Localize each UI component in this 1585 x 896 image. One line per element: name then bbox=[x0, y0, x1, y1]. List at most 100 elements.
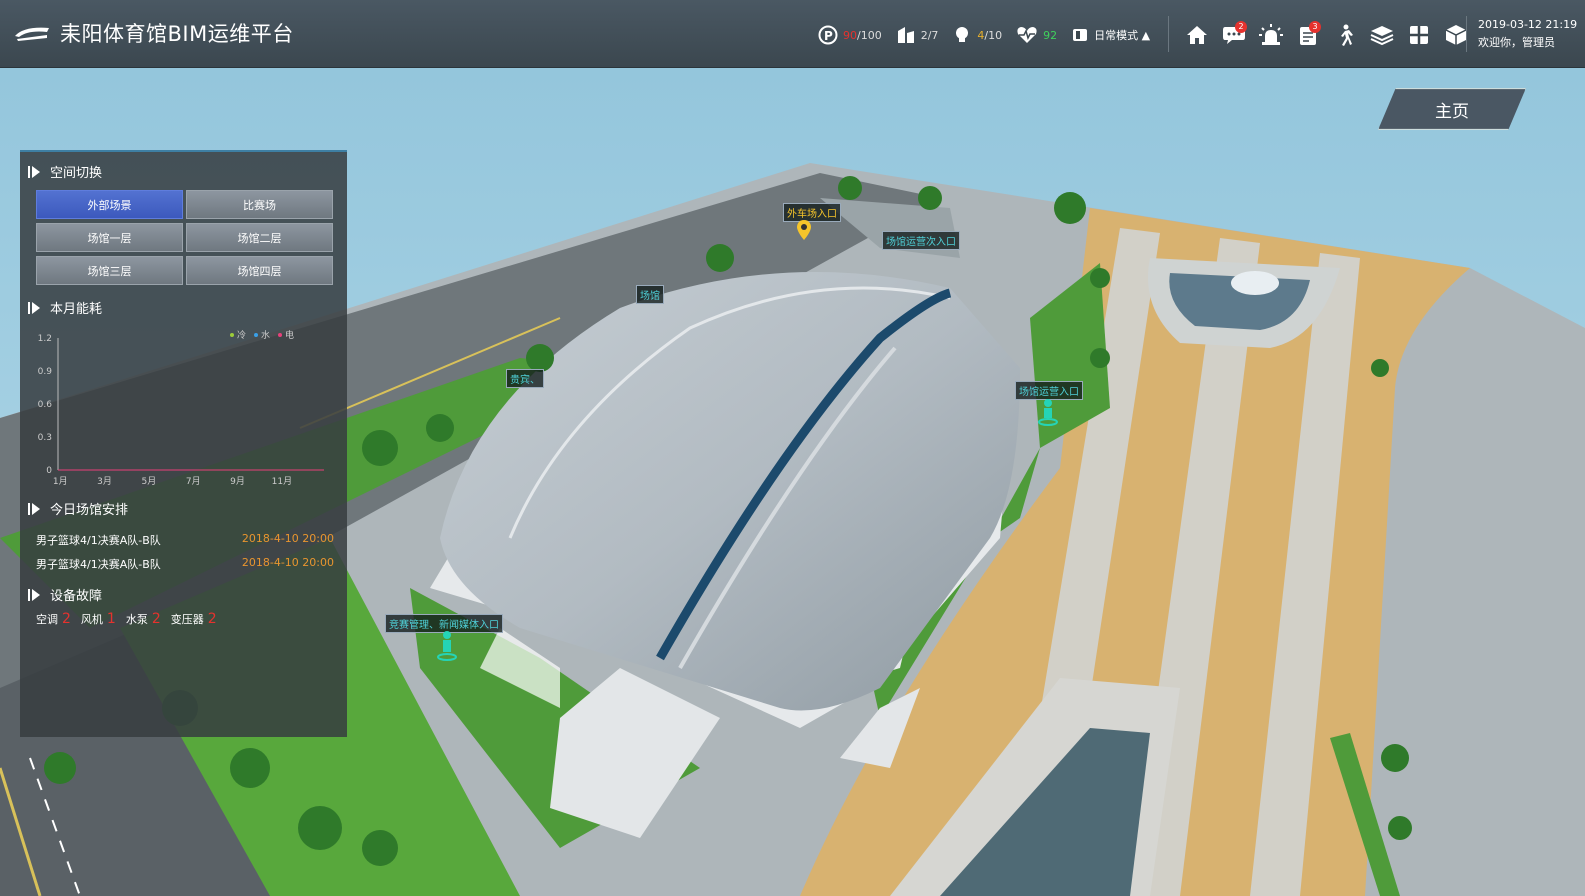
west-entrance-label[interactable]: 场馆 bbox=[636, 285, 664, 304]
space-button-floor-3[interactable]: 场馆三层 bbox=[36, 256, 183, 285]
fault-count: 2 bbox=[151, 611, 161, 627]
heartbeat-icon bbox=[1017, 27, 1037, 43]
x-tick-label: 5月 bbox=[142, 476, 157, 487]
fault-name[interactable]: 变压器 bbox=[171, 611, 204, 627]
divider bbox=[1168, 16, 1169, 52]
walking-person-icon bbox=[1340, 24, 1353, 46]
fault-list: 空调 2 风机 1 水泵 2 变压器 2 bbox=[36, 611, 227, 627]
location-pin-icon[interactable] bbox=[797, 220, 811, 244]
space-button-label: 场馆四层 bbox=[237, 264, 282, 278]
schedule-event: 男子篮球4/1决赛A队-B队 bbox=[36, 534, 161, 547]
y-tick-label: 0.3 bbox=[38, 433, 52, 443]
energy-line-chart: 0 0.3 0.6 0.9 1.2 1月 3月 5月 7月 9月 11月 bbox=[38, 334, 324, 487]
space-button-label: 外部场景 bbox=[87, 198, 132, 212]
fault-count: 2 bbox=[207, 611, 217, 627]
space-button-exterior[interactable]: 外部场景 bbox=[36, 190, 183, 219]
work-orders-button[interactable]: 3 bbox=[1289, 20, 1326, 50]
section-arrow-icon bbox=[28, 301, 40, 314]
app-root: 外车场入口 场馆运营次入口 场馆 贵宾、 场馆运营入口 竞赛管理、新闻媒体入口 … bbox=[0, 0, 1585, 896]
y-tick-label: 0.6 bbox=[38, 400, 53, 410]
space-button-label: 场馆一层 bbox=[87, 231, 132, 245]
ops-secondary-entrance-label[interactable]: 场馆运营次入口 bbox=[882, 231, 960, 250]
floorplan-button[interactable] bbox=[1400, 20, 1437, 50]
y-tick-label: 0 bbox=[46, 466, 52, 476]
alarm-button[interactable] bbox=[1252, 20, 1289, 50]
space-switch-title: 空间切换 bbox=[50, 166, 103, 181]
space-button-label: 场馆三层 bbox=[87, 264, 132, 278]
vip-entrance-label[interactable]: 贵宾、 bbox=[506, 369, 544, 388]
home-tool-button[interactable] bbox=[1178, 20, 1215, 50]
model-view-button[interactable] bbox=[1437, 20, 1474, 50]
person-marker-icon[interactable] bbox=[1038, 398, 1058, 430]
mode-dropdown[interactable]: 日常模式 ▲ bbox=[1071, 26, 1150, 44]
alarm-light-icon bbox=[1258, 24, 1283, 45]
layers-icon bbox=[1370, 26, 1393, 46]
health-value: 92 bbox=[1043, 28, 1058, 42]
lightbulb-icon bbox=[956, 27, 969, 42]
x-tick-label: 7月 bbox=[186, 476, 201, 487]
app-title: 耒阳体育馆BIM运维平台 bbox=[60, 22, 294, 46]
fault-name[interactable]: 水泵 bbox=[126, 611, 148, 627]
toolbar: 2 3 bbox=[1178, 20, 1474, 50]
house-icon bbox=[1186, 26, 1207, 44]
section-arrow-icon bbox=[28, 165, 40, 178]
messages-button[interactable]: 2 bbox=[1215, 20, 1252, 50]
person-marker-icon[interactable] bbox=[437, 630, 457, 666]
venue-stat[interactable]: 2/7 bbox=[896, 25, 939, 45]
space-button-floor-1[interactable]: 场馆一层 bbox=[36, 223, 183, 252]
left-info-panel: 空间切换 外部场景 比赛场 场馆一层 场馆二层 场馆三层 场馆四层 本月能耗 冷… bbox=[20, 150, 347, 737]
schedule-row[interactable]: 男子篮球4/1决赛A队-B队 2018-4-10 20:00 bbox=[36, 532, 334, 548]
walk-mode-button[interactable] bbox=[1326, 20, 1363, 50]
venue-value: 2/7 bbox=[920, 28, 939, 42]
work-orders-badge: 3 bbox=[1309, 21, 1321, 33]
parking-stat[interactable]: P 90/100 bbox=[818, 25, 882, 45]
divider bbox=[1466, 16, 1467, 52]
floorplan-icon bbox=[1409, 26, 1428, 44]
space-button-floor-2[interactable]: 场馆二层 bbox=[186, 223, 333, 252]
section-header-energy: 本月能耗 bbox=[28, 298, 102, 317]
fault-name[interactable]: 空调 bbox=[36, 611, 58, 627]
schedule-title: 今日场馆安排 bbox=[50, 503, 129, 518]
space-button-floor-4[interactable]: 场馆四层 bbox=[186, 256, 333, 285]
fault-count: 2 bbox=[62, 611, 71, 627]
home-button[interactable]: 主页 bbox=[1378, 88, 1526, 130]
lighting-value: 4 bbox=[977, 28, 985, 42]
lighting-stat[interactable]: 4/10 bbox=[952, 25, 1002, 45]
lighting-total: /10 bbox=[984, 28, 1003, 42]
y-tick-label: 0.9 bbox=[38, 367, 53, 377]
current-datetime: 2019-03-12 21:19 bbox=[1478, 18, 1578, 31]
building-icon bbox=[897, 27, 914, 43]
mode-label: 日常模式 ▲ bbox=[1094, 29, 1151, 42]
energy-title: 本月能耗 bbox=[50, 302, 103, 317]
space-button-arena[interactable]: 比赛场 bbox=[186, 190, 333, 219]
cube-icon bbox=[1445, 25, 1466, 45]
home-button-label: 主页 bbox=[1435, 101, 1469, 122]
section-arrow-icon bbox=[28, 588, 40, 601]
fault-name[interactable]: 风机 bbox=[81, 611, 103, 627]
health-stat[interactable]: 92 bbox=[1016, 25, 1057, 45]
datetime-block: 2019-03-12 21:19 欢迎你，管理员 bbox=[1478, 16, 1577, 52]
parking-value: 90 bbox=[843, 28, 857, 42]
space-button-label: 场馆二层 bbox=[237, 231, 282, 245]
welcome-text: 欢迎你，管理员 bbox=[1478, 36, 1555, 49]
section-header-schedule: 今日场馆安排 bbox=[28, 499, 128, 518]
stadium-logo-icon bbox=[15, 27, 49, 41]
layers-button[interactable] bbox=[1363, 20, 1400, 50]
messages-badge: 2 bbox=[1235, 21, 1247, 33]
mode-icon bbox=[1073, 29, 1088, 41]
fault-count: 1 bbox=[106, 611, 116, 627]
schedule-row[interactable]: 男子篮球4/1决赛A队-B队 2018-4-10 20:00 bbox=[36, 556, 334, 572]
section-arrow-icon bbox=[28, 502, 40, 515]
parking-icon: P bbox=[818, 25, 838, 45]
x-tick-label: 3月 bbox=[97, 476, 112, 487]
y-tick-label: 1.2 bbox=[38, 334, 52, 344]
x-tick-label: 11月 bbox=[272, 476, 292, 487]
x-tick-label: 9月 bbox=[230, 476, 245, 487]
visitor-entrance-label[interactable]: 外车场入口 bbox=[783, 203, 841, 222]
x-tick-label: 1月 bbox=[53, 476, 68, 487]
faults-title: 设备故障 bbox=[50, 589, 103, 604]
status-stats: P 90/100 2/7 4/10 92 日常模式 ▲ bbox=[818, 22, 1164, 48]
svg-text:P: P bbox=[824, 29, 833, 43]
parking-total: /100 bbox=[857, 28, 882, 42]
schedule-time: 2018-4-10 20:00 bbox=[241, 556, 334, 569]
